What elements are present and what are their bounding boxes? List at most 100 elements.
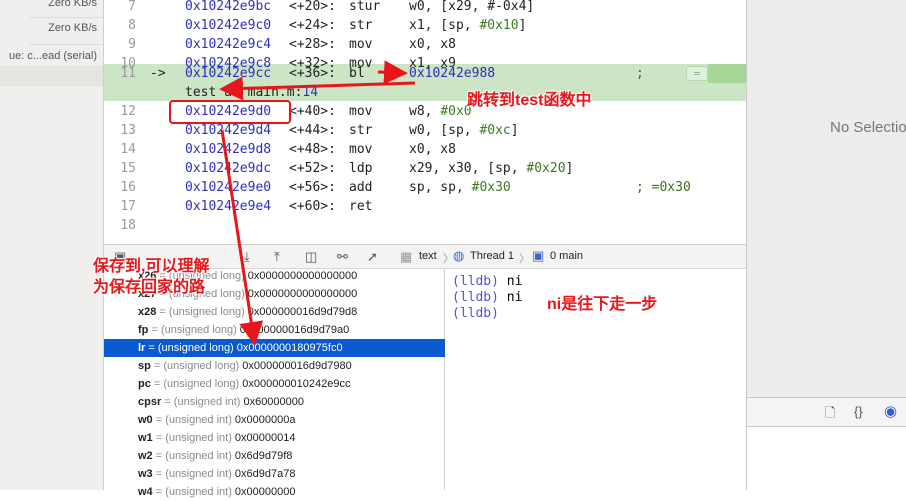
code-line: 9 0x10242e9c4 <+28>: mov x0, x8	[104, 35, 746, 54]
step-into-icon[interactable]: ⤓	[244, 249, 250, 265]
operand-tail: ]	[565, 161, 574, 176]
simulate-location-icon[interactable]: ➚	[367, 249, 378, 265]
equals: =	[152, 432, 166, 444]
variable-name: w2	[138, 450, 153, 462]
equals: =	[150, 378, 164, 390]
variable-value: 0x60000000	[243, 396, 305, 408]
instruction-offset: <+20>:	[289, 0, 336, 14]
instruction-address: 0x10242e9bc	[185, 0, 272, 14]
file-template-icon[interactable]: 🗋	[825, 404, 835, 426]
object-library-icon[interactable]: ◉	[884, 402, 897, 420]
variable-value: 0x6d9d79f8	[234, 450, 293, 462]
memory-graph-icon[interactable]: ⚯	[337, 249, 348, 265]
selected-thread-row[interactable]	[0, 66, 103, 86]
annotation-ni: ni是往下走一步	[547, 296, 658, 313]
instruction-address: 0x10242e9d8	[185, 142, 272, 157]
operand-text: w0, [sp,	[409, 123, 480, 138]
mnemonic: ret	[349, 199, 373, 214]
sidebar: Zero KB/s Zero KB/s ue: c...ead (serial)	[0, 0, 104, 490]
code-line: 14 0x10242e9d8 <+48>: mov x0, x8	[104, 140, 746, 159]
operand-text: w8,	[409, 104, 441, 119]
comment: ; =0x30	[636, 180, 691, 195]
variable-name: fp	[138, 324, 149, 336]
code-line: 15 0x10242e9dc <+52>: ldp x29, x30, [sp, #0x…	[104, 159, 746, 178]
variable-type: (unsigned int)	[165, 468, 232, 480]
immediate: #0x10	[479, 18, 519, 33]
variable-row[interactable]: fp = (unsigned long) 0x000000016d9d79a0	[104, 321, 445, 339]
instruction-offset: <+56>:	[289, 180, 336, 195]
operand-text: sp, sp,	[409, 180, 472, 195]
pc-arrow: ->	[150, 66, 166, 81]
variable-name: cpsr	[138, 396, 162, 408]
variable-row[interactable]: pc = (unsigned long) 0x000000010242e9cc	[104, 375, 445, 393]
annotation-save-2: 为保存回家的路	[93, 279, 206, 296]
variable-row[interactable]: x28 = (unsigned long) 0x000000016d9d79d8	[104, 303, 445, 321]
step-out-icon[interactable]: ⤒	[274, 249, 280, 265]
branch-target[interactable]: 0x10242e988	[409, 64, 495, 83]
operands: x0, x8	[409, 140, 456, 159]
immediate: #0x20	[526, 161, 566, 176]
line-number: 12	[120, 104, 136, 119]
immediate: #0xc	[479, 123, 511, 138]
variable-value: 0x00000014	[234, 432, 296, 444]
variable-row[interactable]: sp = (unsigned long) 0x000000016d9d7980	[104, 357, 445, 375]
variable-row[interactable]: w2 = (unsigned int) 0x6d9d79f8	[104, 447, 445, 465]
line-number: 9	[128, 37, 136, 52]
crumb-text[interactable]: text	[419, 250, 437, 262]
variables-view[interactable]: x26 = (unsigned long) 0x0000000000000000 x…	[104, 269, 445, 498]
variable-type: (unsigned long)	[168, 306, 245, 318]
symbol-text: test at main.m:	[185, 85, 303, 100]
console-line: (lldb)	[452, 306, 499, 322]
console-command: ni	[498, 290, 523, 305]
variable-type: (unsigned int)	[165, 432, 232, 444]
mnemonic: mov	[349, 142, 373, 157]
console-prompt: (lldb)	[452, 274, 499, 289]
equals: =	[152, 414, 166, 426]
mnemonic: ldp	[349, 161, 373, 176]
instruction-offset: <+60>:	[289, 199, 336, 214]
instruction-address: 0x10242e9dc	[185, 161, 272, 176]
variable-row[interactable]: w4 = (unsigned int) 0x00000000	[104, 483, 445, 501]
operands: w8, #0x0	[409, 102, 472, 121]
network-speed: Zero KB/s	[48, 0, 97, 9]
divider	[30, 17, 103, 18]
variable-type: (unsigned long)	[157, 342, 234, 354]
console-line: (lldb) ni	[452, 290, 522, 306]
equals: =	[150, 360, 164, 372]
line-number: 18	[120, 218, 136, 233]
inspector-panel: No Selection 🗋 {} ◉	[746, 0, 906, 490]
instruction-address: 0x10242e9d4	[185, 123, 272, 138]
instruction-address: 0x10242e9e0	[185, 180, 272, 195]
variable-row[interactable]: w3 = (unsigned int) 0x6d9d7a78	[104, 465, 445, 483]
operands: x0, x8	[409, 35, 456, 54]
variable-row[interactable]: cpsr = (unsigned int) 0x60000000	[104, 393, 445, 411]
operands: w0, [x29, #-0x4]	[409, 0, 534, 16]
crumb-thread[interactable]: Thread 1	[470, 250, 514, 262]
variable-row[interactable]: w1 = (unsigned int) 0x00000014	[104, 429, 445, 447]
mnemonic: add	[349, 180, 373, 195]
chevron-right-icon: 〉	[519, 253, 530, 265]
line-number: 15	[120, 161, 136, 176]
line-number: 7	[128, 0, 136, 14]
crumb-frame[interactable]: 0 main	[550, 250, 583, 262]
comment: ;	[636, 66, 644, 81]
line-number: 17	[120, 199, 136, 214]
queue-label[interactable]: ue: c...ead (serial)	[0, 50, 103, 62]
view-hierarchy-icon[interactable]: ◫	[305, 249, 317, 265]
instruction-offset: <+44>:	[289, 123, 336, 138]
variable-row[interactable]: lr = (unsigned long) 0x0000000180975fc0	[104, 339, 445, 357]
mnemonic: mov	[349, 37, 373, 52]
variable-value: 0x0000000000000000	[247, 288, 358, 300]
equals: =	[152, 468, 166, 480]
variable-row[interactable]: w0 = (unsigned int) 0x0000000a	[104, 411, 445, 429]
disassembly-editor[interactable]: = 7 0x10242e9bc <+20>: stur w0, [x29, #-0x4]…	[104, 0, 746, 244]
variable-name: pc	[138, 378, 151, 390]
variable-name: sp	[138, 360, 151, 372]
variable-name: w1	[138, 432, 153, 444]
variable-type: (unsigned long)	[163, 360, 240, 372]
instruction-offset: <+40>:	[289, 104, 336, 119]
operand-text: w0, [x29, #-0x4]	[409, 0, 535, 14]
code-snippet-icon[interactable]: {}	[854, 404, 863, 419]
code-line: 11 -> 0x10242e9cc <+36>: bl 0x10242e988; test …	[104, 64, 746, 100]
divider	[30, 44, 103, 45]
